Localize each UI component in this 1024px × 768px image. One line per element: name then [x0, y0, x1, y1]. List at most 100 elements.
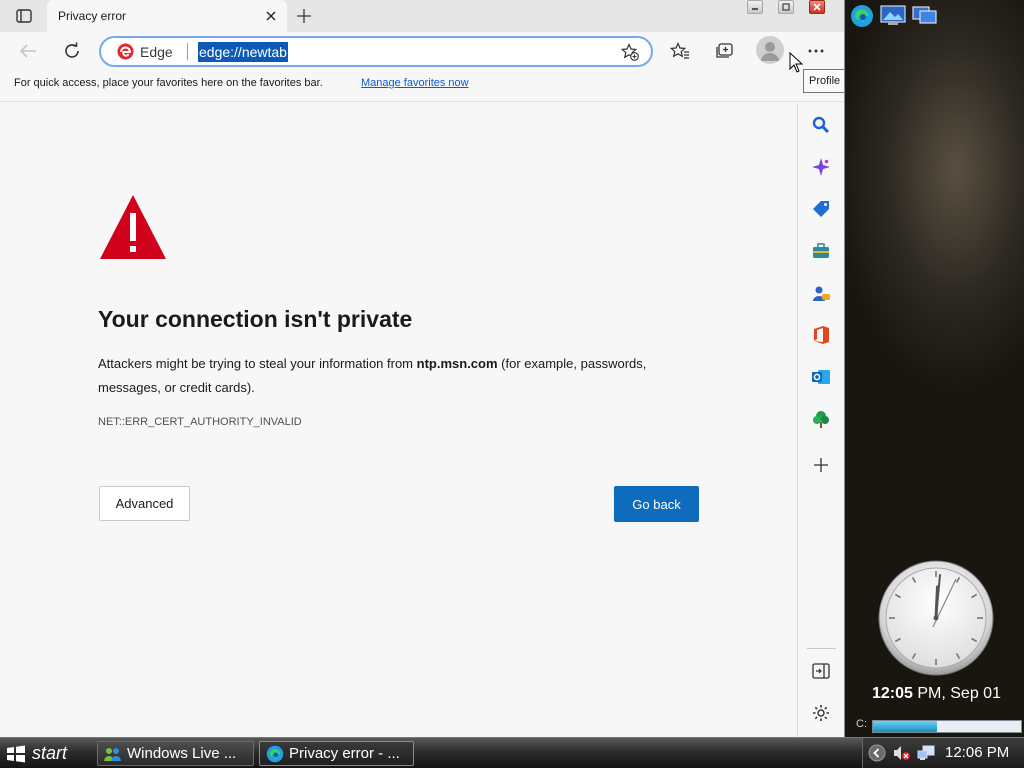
- mouse-cursor-icon: [789, 52, 803, 73]
- edge-logo-icon: [266, 745, 284, 762]
- games-icon: [813, 286, 830, 301]
- shopping-tag-icon: [813, 201, 829, 217]
- search-icon: [812, 116, 830, 134]
- tab-title: Privacy error: [58, 9, 127, 23]
- drive-usage-bar: [872, 720, 1022, 733]
- network-icon[interactable]: [917, 745, 935, 761]
- start-button[interactable]: start: [0, 738, 90, 768]
- profile-tooltip: Profile 1: [803, 69, 844, 93]
- minimize-icon: [752, 8, 758, 10]
- tray-expand-icon[interactable]: [868, 744, 886, 762]
- sidebar-outlook-button[interactable]: [809, 365, 833, 389]
- site-info-chip[interactable]: Edge: [117, 43, 173, 60]
- plus-icon: [814, 458, 828, 472]
- close-icon: [813, 3, 821, 11]
- address-bar[interactable]: Edge edge://newtab: [99, 36, 653, 67]
- minimize-button[interactable]: [747, 0, 763, 14]
- taskbar-item-privacy-error[interactable]: Privacy error - ...: [259, 741, 414, 766]
- sidebar-shopping-button[interactable]: [809, 197, 833, 221]
- url-input[interactable]: edge://newtab: [198, 42, 288, 62]
- maximize-button[interactable]: [778, 0, 794, 14]
- sidebar-tools-button[interactable]: [809, 239, 833, 263]
- error-page: Your connection isn't private Attackers …: [0, 103, 798, 737]
- start-label: start: [32, 743, 68, 763]
- manage-favorites-link[interactable]: Manage favorites now: [361, 77, 469, 89]
- gadget-date-time: 12:05 PM, Sep 01: [872, 685, 1001, 703]
- site-label: Edge: [140, 43, 173, 60]
- tree-icon: [813, 411, 829, 428]
- error-host: ntp.msn.com: [416, 356, 498, 371]
- collections-icon: [716, 43, 733, 58]
- favorites-button[interactable]: [665, 36, 695, 66]
- sidebar-tree-button[interactable]: [809, 407, 833, 431]
- clock-gadget: 12:05 PM, Sep 01 C:: [846, 553, 1024, 737]
- back-button[interactable]: [13, 36, 43, 66]
- taskbar: start Windows Live ... Privacy error - .…: [0, 737, 1024, 768]
- tab-close-button[interactable]: [263, 8, 279, 24]
- sidebar-search-button[interactable]: [809, 113, 833, 137]
- taskbar-item-label: Privacy error - ...: [289, 745, 400, 762]
- windows-logo-icon: [7, 745, 25, 762]
- refresh-button[interactable]: [57, 36, 87, 66]
- more-dots-icon: [808, 49, 824, 53]
- show-desktop-icon[interactable]: [880, 4, 906, 26]
- edge-sidebar: [799, 103, 844, 737]
- close-window-button[interactable]: [809, 0, 825, 14]
- outlook-icon: [812, 370, 830, 384]
- edge-logo-icon[interactable]: [850, 4, 874, 28]
- page-title: Your connection isn't private: [98, 306, 413, 332]
- sidebar-office-button[interactable]: [809, 323, 833, 347]
- edge-red-logo-icon: [117, 43, 134, 60]
- gadget-time: 12:05: [872, 685, 913, 702]
- warning-icon: [100, 195, 166, 259]
- settings-and-more-button[interactable]: [801, 36, 831, 66]
- gadget-date: PM, Sep 01: [912, 685, 1001, 702]
- browser-window: Privacy error Edge edge://newtab For qui…: [0, 0, 845, 737]
- profile-avatar-button[interactable]: [756, 36, 784, 64]
- taskbar-item-label: Windows Live ...: [127, 745, 237, 762]
- arrow-left-icon: [19, 44, 36, 58]
- sidebar-add-button[interactable]: [809, 453, 833, 477]
- office-icon: [814, 326, 829, 344]
- sidebar-games-button[interactable]: [809, 281, 833, 305]
- address-separator: [187, 43, 188, 60]
- system-tray: 12:06 PM: [862, 738, 1024, 768]
- close-icon: [266, 11, 276, 21]
- plus-icon: [297, 9, 311, 23]
- tab-privacy-error[interactable]: Privacy error: [47, 0, 287, 32]
- split-screen-icon: [812, 663, 830, 679]
- maximize-icon: [782, 3, 790, 11]
- taskbar-item-windows-live[interactable]: Windows Live ...: [97, 741, 254, 766]
- sidebar-divider: [807, 648, 836, 649]
- error-description: Attackers might be trying to steal your …: [98, 352, 708, 400]
- drive-meter: C:: [856, 718, 1024, 734]
- volume-muted-icon[interactable]: [893, 745, 911, 761]
- toolbar: Edge edge://newtab: [0, 32, 844, 72]
- advanced-button[interactable]: Advanced: [99, 486, 190, 521]
- drive-label: C:: [856, 718, 867, 730]
- person-icon: [756, 36, 784, 64]
- description-prefix: Attackers might be trying to steal your …: [98, 356, 417, 371]
- refresh-icon: [65, 42, 79, 58]
- title-bar: Privacy error: [0, 0, 844, 32]
- collections-button[interactable]: [709, 36, 739, 66]
- add-favorite-button[interactable]: [619, 41, 641, 63]
- tab-actions-button[interactable]: [8, 4, 40, 28]
- star-add-icon: [621, 43, 639, 61]
- sidebar-hide-button[interactable]: [809, 659, 833, 683]
- quick-launch-icons: [850, 4, 938, 28]
- tray-clock[interactable]: 12:06 PM: [945, 744, 1009, 761]
- toolbox-icon: [813, 243, 829, 258]
- sidebar-settings-button[interactable]: [809, 701, 833, 725]
- favorites-bar: For quick access, place your favorites h…: [0, 72, 844, 102]
- switch-windows-icon[interactable]: [912, 4, 938, 26]
- windows-live-icon: [104, 747, 121, 761]
- gear-icon: [813, 705, 829, 721]
- error-code[interactable]: NET::ERR_CERT_AUTHORITY_INVALID: [98, 416, 302, 428]
- desktop-area: 12:05 PM, Sep 01 C:: [846, 0, 1024, 737]
- sidebar-copilot-button[interactable]: [809, 155, 833, 179]
- new-tab-button[interactable]: [293, 6, 315, 26]
- drive-usage-fill: [873, 721, 937, 732]
- analog-clock-icon: [878, 560, 994, 676]
- go-back-button[interactable]: Go back: [614, 486, 699, 522]
